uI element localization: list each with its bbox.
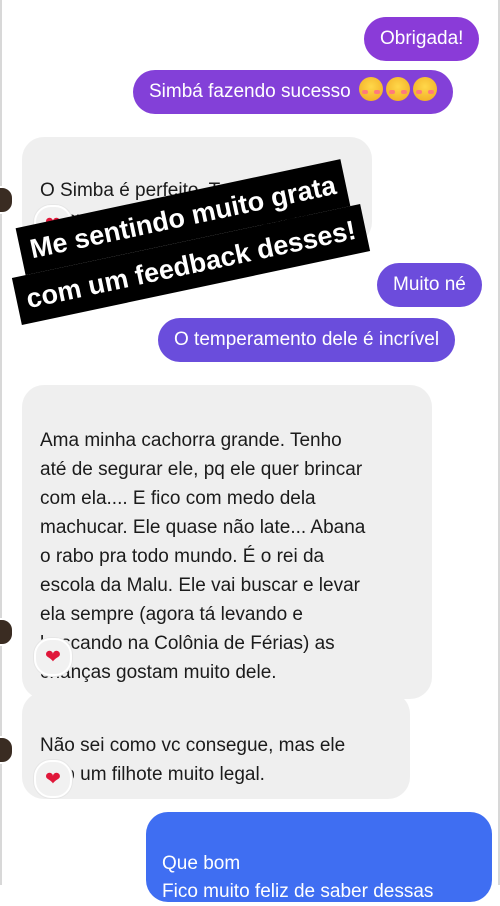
heart-reaction[interactable]: ❤	[34, 760, 72, 798]
message-outgoing[interactable]: O temperamento dele é incrível	[158, 318, 456, 362]
heart-reaction[interactable]: ❤	[34, 638, 72, 676]
smiling-face-with-hearts-icon	[386, 77, 411, 101]
message-text: Ama minha cachorra grande. Tenho até de …	[40, 430, 366, 683]
message-outgoing[interactable]: Que bom Fico muito feliz de saber dessas	[146, 812, 492, 902]
heart-icon: ❤	[45, 646, 61, 668]
smiling-face-with-hearts-icon	[359, 77, 384, 101]
message-text: Que bom Fico muito feliz de saber dessas	[162, 853, 434, 902]
message-incoming[interactable]: Ama minha cachorra grande. Tenho até de …	[22, 385, 432, 699]
message-outgoing[interactable]: Simbá fazendo sucesso	[133, 70, 454, 114]
message-text: Não sei como vc consegue, mas ele veio u…	[40, 735, 346, 785]
message-text: Obrigada!	[380, 28, 464, 49]
message-text: O temperamento dele é incrível	[174, 329, 440, 350]
smiling-face-with-hearts-icon	[413, 77, 438, 101]
message-outgoing[interactable]: Obrigada!	[364, 17, 480, 61]
message-text: Simbá fazendo sucesso	[149, 81, 351, 102]
message-incoming[interactable]: Não sei como vc consegue, mas ele veio u…	[22, 692, 410, 799]
message-text: Muito né	[393, 274, 466, 295]
heart-icon: ❤	[45, 768, 61, 790]
